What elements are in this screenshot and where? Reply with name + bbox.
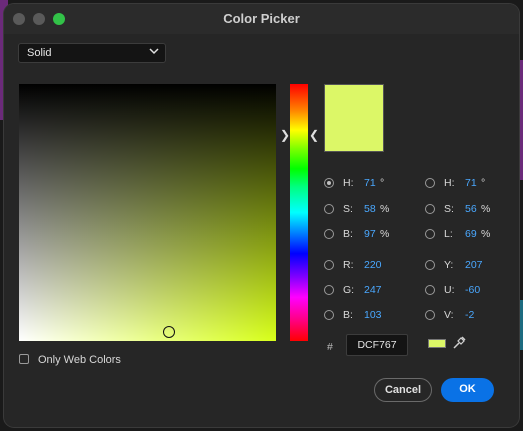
left-radio-4[interactable]: [324, 285, 334, 295]
right-radio-0[interactable]: [425, 178, 435, 188]
hue-slider[interactable]: [290, 84, 308, 341]
right-field-unit: %: [481, 203, 491, 215]
left-field-label: G:: [343, 284, 355, 296]
brightness-gradient: [19, 84, 276, 341]
right-field-value[interactable]: 207: [465, 259, 483, 271]
only-web-colors-label: Only Web Colors: [38, 354, 121, 366]
right-radio-5[interactable]: [425, 310, 435, 320]
chevron-down-icon: [149, 48, 159, 55]
hex-prefix: #: [327, 341, 333, 353]
right-radio-2[interactable]: [425, 229, 435, 239]
left-field-value[interactable]: 97: [364, 228, 376, 240]
left-field-label: R:: [343, 259, 354, 271]
left-field-value[interactable]: 58: [364, 203, 376, 215]
hex-input[interactable]: DCF767: [346, 334, 408, 356]
chevron-left-icon[interactable]: ❮: [309, 128, 319, 142]
left-field-label: S:: [343, 203, 353, 215]
right-field-value[interactable]: -2: [465, 309, 474, 321]
ok-button[interactable]: OK: [441, 378, 494, 402]
right-radio-4[interactable]: [425, 285, 435, 295]
cancel-button[interactable]: Cancel: [374, 378, 432, 402]
right-field-value[interactable]: -60: [465, 284, 480, 296]
only-web-colors-checkbox[interactable]: [19, 354, 29, 364]
saturation-brightness-field[interactable]: [19, 84, 276, 341]
right-field-value[interactable]: 69: [465, 228, 477, 240]
left-field-unit: °: [380, 177, 385, 189]
left-field-value[interactable]: 220: [364, 259, 382, 271]
right-radio-3[interactable]: [425, 260, 435, 270]
left-field-value[interactable]: 71: [364, 177, 376, 189]
color-picker-dialog: Color Picker Solid ❯ ❮ H: 71 ° S: 58% B: 97% R:…: [4, 4, 519, 427]
color-chip[interactable]: [428, 339, 446, 348]
eyedropper-icon[interactable]: [452, 336, 466, 350]
right-radio-1[interactable]: [425, 204, 435, 214]
right-field-label: Y:: [444, 259, 454, 271]
right-field-value[interactable]: 71: [465, 177, 477, 189]
fill-type-dropdown[interactable]: Solid: [18, 43, 166, 63]
left-radio-1[interactable]: [324, 204, 334, 214]
left-field-label: B:: [343, 309, 353, 321]
left-radio-0[interactable]: [324, 178, 334, 188]
left-field-value[interactable]: 247: [364, 284, 382, 296]
color-marker[interactable]: [163, 326, 175, 338]
left-field-label: H:: [343, 177, 354, 189]
title-bar: Color Picker: [4, 4, 519, 34]
left-radio-3[interactable]: [324, 260, 334, 270]
right-field-unit: %: [481, 228, 491, 240]
window-title: Color Picker: [223, 11, 300, 26]
left-field-value[interactable]: 103: [364, 309, 382, 321]
right-field-label: U:: [444, 284, 455, 296]
current-color-swatch: [324, 84, 384, 152]
right-field-unit: °: [481, 177, 486, 189]
fill-type-value: Solid: [27, 47, 52, 59]
left-radio-2[interactable]: [324, 229, 334, 239]
right-field-label: S:: [444, 203, 454, 215]
right-field-label: L:: [444, 228, 453, 240]
left-field-label: B:: [343, 228, 353, 240]
left-field-unit: %: [380, 228, 390, 240]
right-field-label: H:: [444, 177, 455, 189]
right-field-value[interactable]: 56: [465, 203, 477, 215]
left-radio-5[interactable]: [324, 310, 334, 320]
chevron-right-icon[interactable]: ❯: [280, 128, 290, 142]
left-field-unit: %: [380, 203, 390, 215]
right-field-label: V:: [444, 309, 454, 321]
